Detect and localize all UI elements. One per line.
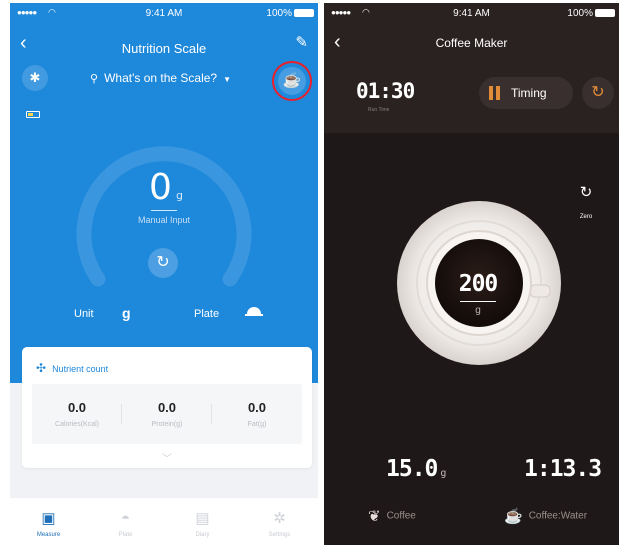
- cup-weight-unit: g: [475, 305, 481, 316]
- nutrition-scale-screen: ●●●●● ◠ 9:41 AM 100% ‹ Nutrition Scale ✎…: [10, 3, 318, 545]
- manual-input-link[interactable]: Manual Input: [10, 215, 318, 225]
- cup-weight-value: 200: [458, 271, 499, 297]
- pause-icon: [489, 86, 501, 100]
- zero-icon[interactable]: ↻: [574, 181, 598, 205]
- nutrient-protein: 0.0 Protein(g): [122, 384, 212, 444]
- coffee-amount-unit: g: [440, 468, 447, 479]
- status-bar: ●●●●● ◠ 9:41 AM 100%: [324, 3, 619, 23]
- nutrient-card-header: ✣ Nutrient count: [36, 361, 108, 375]
- timing-label: Timing: [511, 86, 547, 100]
- nutrient-title: Nutrient count: [52, 364, 109, 374]
- nutrient-value: 0.0: [67, 400, 87, 415]
- scale-selector-label: What's on the Scale?: [104, 71, 218, 85]
- reset-icon[interactable]: ↻: [148, 248, 178, 278]
- plate-label: Plate: [194, 308, 220, 320]
- weight-unit: g: [175, 189, 183, 202]
- scale-battery-icon: [26, 111, 40, 118]
- tab-diary[interactable]: ▤ Diary: [164, 498, 241, 545]
- coffee-amount-value: 15.0: [386, 456, 438, 482]
- coffee-amount: 15.0 g: [386, 456, 446, 482]
- battery-icon: [595, 9, 615, 17]
- unit-value[interactable]: g: [122, 305, 131, 321]
- tab-label: Settings: [268, 532, 291, 538]
- unit-label: Unit: [74, 308, 94, 320]
- tab-plate[interactable]: ◓ Plate: [87, 498, 164, 545]
- nutrient-card: ✣ Nutrient count 0.0 Calories(Kcal) 0.0 P…: [22, 347, 312, 468]
- status-bar: ●●●●● ◠ 9:41 AM 100%: [10, 3, 318, 23]
- scale-selector[interactable]: ⚲ What's on the Scale? ▼: [90, 71, 231, 85]
- nutrient-values: 0.0 Calories(Kcal) 0.0 Protein(g) 0.0 Fa…: [32, 384, 302, 444]
- reading-underline: [151, 210, 177, 211]
- plate-icon: ◓: [120, 510, 131, 527]
- weight-underline: [460, 301, 496, 302]
- battery-icon: [294, 9, 314, 17]
- tab-measure[interactable]: ▣ Measure: [10, 498, 87, 545]
- run-time-label: Run Time: [368, 107, 390, 113]
- coffee-maker-screen: ●●●●● ◠ 9:41 AM 100% ‹ Coffee Maker 01:3…: [324, 3, 619, 545]
- timing-button[interactable]: Timing: [479, 77, 573, 109]
- scale-icon: ▣: [41, 510, 56, 527]
- nutrient-value: 0.0: [247, 400, 267, 415]
- tab-label: Diary: [195, 532, 210, 538]
- tab-label: Plate: [118, 532, 133, 538]
- reset-icon[interactable]: ↻: [582, 77, 614, 109]
- coffee-cup-icon: ☕: [278, 67, 306, 95]
- ratio-legend-label: Coffee:Water: [528, 510, 588, 522]
- run-time-value: 01:30: [356, 79, 415, 103]
- zero-label: Zero: [579, 214, 593, 220]
- nutrient-fat: 0.0 Fat(g): [212, 384, 302, 444]
- tab-settings[interactable]: ✲ Settings: [241, 498, 318, 545]
- molecule-icon: ✣: [36, 361, 47, 375]
- bluetooth-icon[interactable]: ✱: [22, 65, 48, 91]
- nutrient-label: Protein(g): [151, 421, 183, 428]
- plate-icon[interactable]: [244, 306, 264, 316]
- chevron-down-icon: ▼: [223, 75, 232, 84]
- coffee-legend-label: Coffee: [386, 510, 416, 522]
- nutrient-value: 0.0: [157, 400, 177, 415]
- nutrient-label: Calories(Kcal): [55, 421, 99, 428]
- nutrient-calories: 0.0 Calories(Kcal): [32, 384, 122, 444]
- coffee-pot-icon: ☕: [504, 508, 523, 525]
- battery-percent: 100%: [266, 8, 292, 19]
- brew-ratio: 1:13.3: [524, 456, 602, 482]
- weight-reading: 0g: [10, 168, 318, 216]
- page-title: Coffee Maker: [435, 36, 508, 50]
- coffee-beans-icon: ❦: [368, 508, 381, 525]
- settings-icon: ✲: [273, 510, 286, 527]
- tab-bar: ▣ Measure ◓ Plate ▤ Diary ✲ Settings: [10, 498, 318, 545]
- edit-icon[interactable]: ✎: [295, 33, 308, 51]
- ratio-legend: ☕ Coffee:Water: [504, 507, 587, 525]
- page-title: Nutrition Scale: [121, 41, 207, 56]
- weight-value: 0: [149, 167, 172, 208]
- battery-percent: 100%: [567, 8, 593, 19]
- nutrient-label: Fat(g): [247, 421, 267, 428]
- tab-label: Measure: [36, 532, 61, 538]
- diary-icon: ▤: [195, 510, 210, 527]
- expand-chevron-icon[interactable]: ﹀: [22, 450, 312, 465]
- coffee-legend: ❦ Coffee: [368, 507, 416, 525]
- coffee-mode-button[interactable]: ☕: [272, 61, 312, 101]
- search-icon: ⚲: [90, 73, 99, 85]
